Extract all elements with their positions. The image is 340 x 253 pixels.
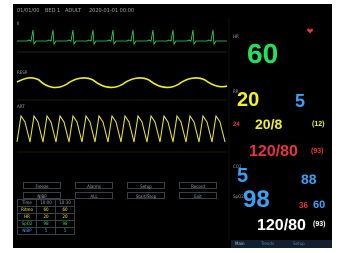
pap-mean-value: (12) bbox=[312, 121, 325, 128]
hr-value: 60 bbox=[247, 38, 279, 69]
etco2-value: 5 bbox=[237, 165, 249, 187]
record-button[interactable]: Record bbox=[179, 182, 217, 189]
setup-button[interactable]: Setup bbox=[127, 182, 165, 189]
table-header-row: Time 10:00 10:30 bbox=[17, 199, 75, 207]
table-cell: SpO2 bbox=[17, 220, 37, 228]
table-cell: HR bbox=[17, 213, 37, 221]
table-cell: 60 bbox=[36, 206, 56, 214]
alarms-button[interactable]: Alarms bbox=[75, 182, 113, 189]
art-mean-value: (93) bbox=[313, 221, 326, 228]
temp-value: 88 bbox=[301, 171, 317, 187]
heart-icon bbox=[307, 28, 313, 34]
table-cell: Ritmo bbox=[17, 206, 37, 214]
ecg-waveform bbox=[17, 29, 227, 46]
table-cell: 98 bbox=[55, 220, 75, 228]
small-red-value: 24 bbox=[233, 122, 240, 128]
table-row[interactable]: HR 20 20 bbox=[17, 213, 75, 221]
bottom-nav-bar: Main Trends Setup bbox=[231, 240, 332, 248]
monitor-screen: 01/01/00 BED 1 ADULT 2020-01-01 00:00 II… bbox=[13, 4, 332, 248]
all-button[interactable]: ALL bbox=[75, 192, 113, 199]
resp-waveform bbox=[16, 77, 228, 89]
nibp-mean-value: (93) bbox=[311, 148, 324, 155]
table-cell: 5 bbox=[36, 227, 56, 235]
nibp-value: 120/80 bbox=[249, 143, 298, 160]
table-row[interactable]: NIBP 5 5 bbox=[17, 227, 75, 235]
rr-value: 20 bbox=[237, 89, 260, 111]
art-value: 120/80 bbox=[257, 217, 306, 234]
table-cell: 98 bbox=[36, 220, 56, 228]
art-waveform bbox=[16, 114, 226, 143]
rr-secondary-value: 5 bbox=[295, 91, 306, 111]
table-header-cell: 10:30 bbox=[55, 199, 75, 207]
trend-table: Time 10:00 10:30 Ritmo 60 60 HR 20 20 Sp… bbox=[17, 199, 75, 235]
table-header-cell: Time bbox=[17, 199, 37, 207]
table-cell: 60 bbox=[55, 206, 75, 214]
table-cell: NIBP bbox=[17, 227, 37, 235]
table-row[interactable]: Ritmo 60 60 bbox=[17, 206, 75, 214]
exit-button[interactable]: Exit bbox=[179, 192, 217, 199]
spo2-value: 98 bbox=[243, 186, 270, 213]
nav-trends[interactable]: Trends bbox=[261, 240, 274, 248]
nav-main[interactable]: Main bbox=[235, 240, 245, 248]
table-header-cell: 10:00 bbox=[36, 199, 56, 207]
table-row[interactable]: SpO2 98 98 bbox=[17, 220, 75, 228]
table-cell: 5 bbox=[55, 227, 75, 235]
pulse-red-value: 36 bbox=[299, 201, 308, 210]
hr-label: HR bbox=[233, 34, 239, 39]
nav-setup[interactable]: Setup bbox=[293, 240, 305, 248]
table-cell: 20 bbox=[36, 213, 56, 221]
start-stop-button[interactable]: Start/Stop bbox=[127, 192, 165, 199]
nibp-button[interactable]: NIBP bbox=[23, 192, 61, 199]
freeze-button[interactable]: Freeze bbox=[23, 182, 61, 189]
table-cell: 20 bbox=[55, 213, 75, 221]
pap-value: 20/8 bbox=[255, 116, 283, 132]
pulse-blue-value: 60 bbox=[313, 199, 326, 211]
